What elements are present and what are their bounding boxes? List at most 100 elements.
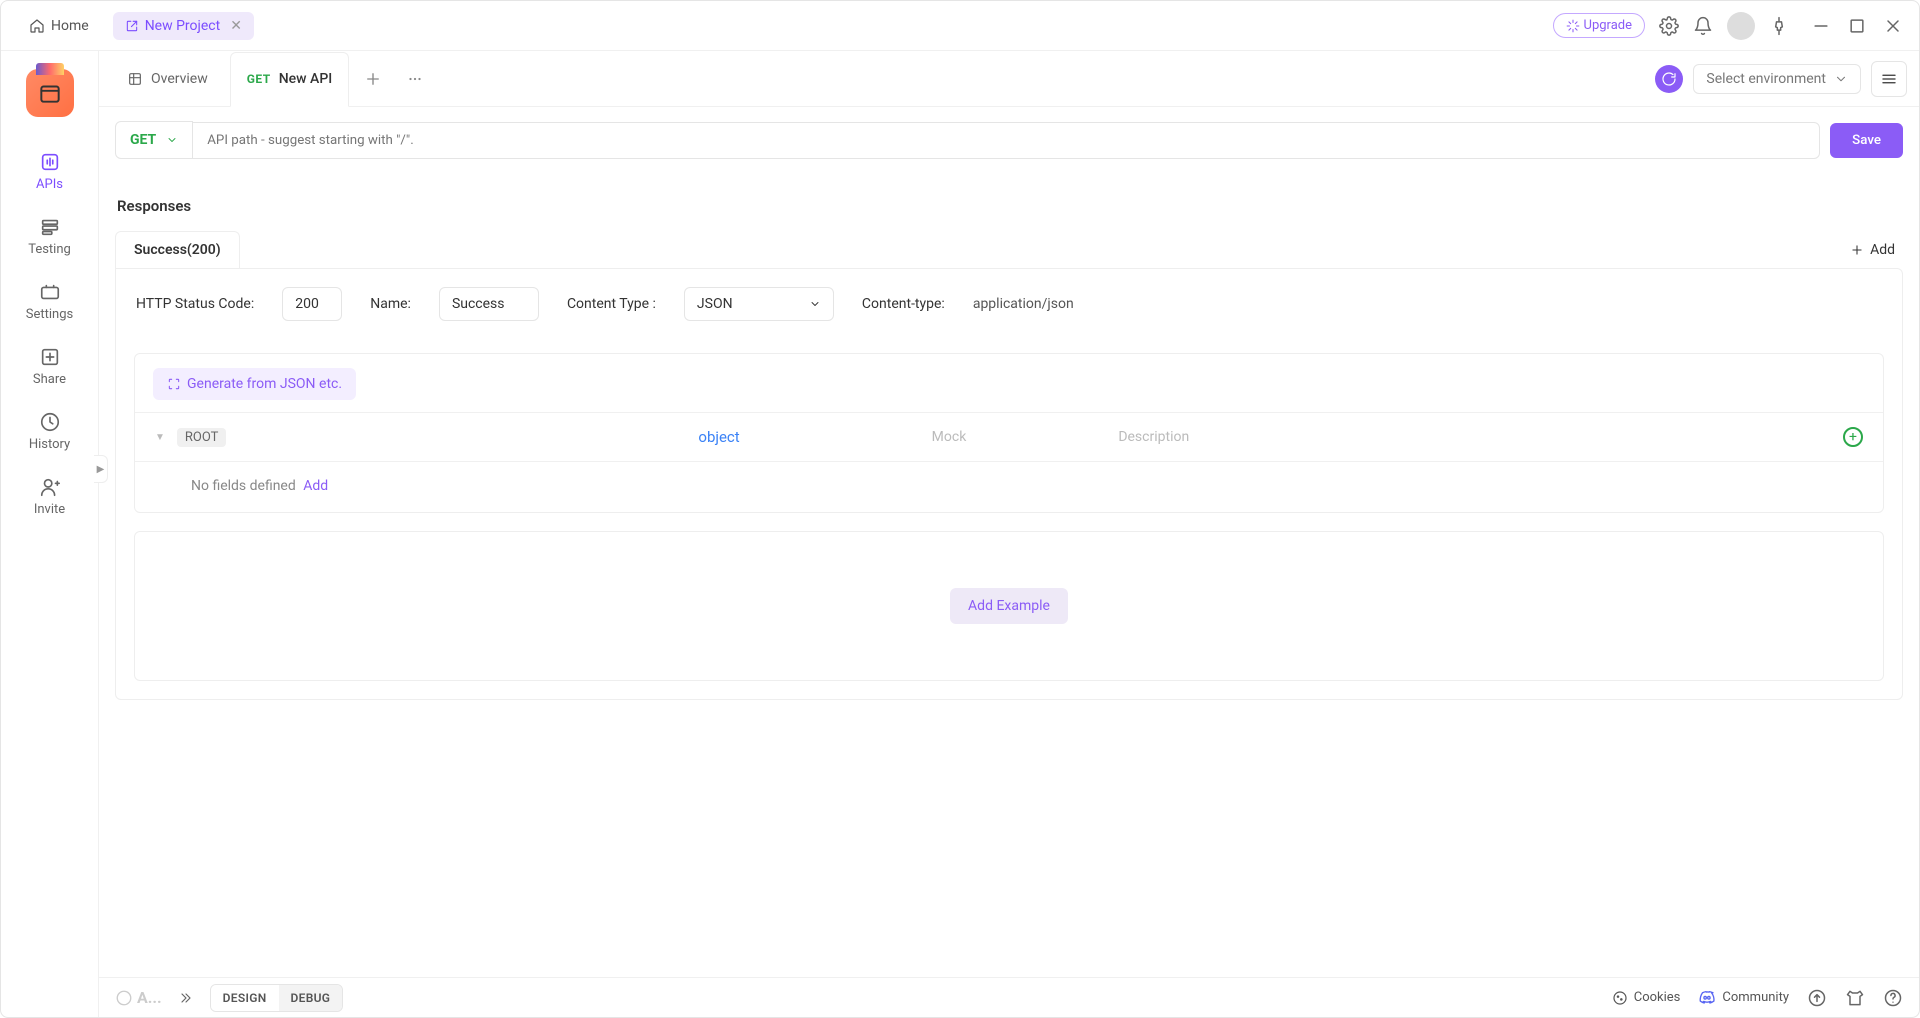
discord-icon	[1698, 989, 1716, 1007]
expand-bottom-icon[interactable]	[176, 988, 196, 1008]
plus-icon	[1850, 243, 1864, 257]
notifications-icon[interactable]	[1693, 16, 1713, 36]
sidebar-item-share[interactable]: Share	[15, 336, 85, 397]
env-placeholder: Select environment	[1706, 71, 1826, 87]
titlebar: Home New Project ✕ Upgrade	[1, 1, 1919, 51]
content-area: Responses Success(200) Add HTTP Status C…	[99, 173, 1919, 977]
sidebar-item-settings[interactable]: Settings	[15, 271, 85, 332]
minimize-icon[interactable]	[1811, 16, 1831, 36]
calendar-icon	[37, 80, 63, 106]
refresh-env-button[interactable]	[1655, 65, 1683, 93]
response-tab-success[interactable]: Success(200)	[115, 231, 240, 268]
sidebar-label-invite: Invite	[34, 502, 65, 517]
method-select[interactable]: GET	[115, 121, 193, 159]
add-field-icon[interactable]: +	[1843, 427, 1863, 447]
response-card: HTTP Status Code: Name: Content Type : J…	[115, 268, 1903, 700]
project-tab[interactable]: New Project ✕	[113, 12, 254, 40]
collapse-icon[interactable]: ▼	[155, 432, 165, 443]
mode-toggle: DESIGN DEBUG	[210, 984, 344, 1012]
sidebar-label-share: Share	[33, 372, 66, 387]
tshirt-icon[interactable]	[1845, 988, 1865, 1008]
header-value: application/json	[973, 296, 1074, 312]
add-field-link[interactable]: Add	[303, 478, 328, 494]
sidebar-item-invite[interactable]: Invite	[15, 466, 85, 527]
chevron-down-icon	[809, 298, 821, 310]
close-window-icon[interactable]	[1883, 16, 1903, 36]
chevron-down-icon	[1834, 72, 1848, 86]
tab-overview-label: Overview	[151, 71, 208, 87]
sidebar-label-settings: Settings	[26, 307, 73, 322]
cookie-icon	[1612, 990, 1628, 1006]
no-fields-text: No fields defined	[191, 478, 296, 494]
response-name-input[interactable]	[439, 287, 539, 321]
help-icon[interactable]	[1883, 988, 1903, 1008]
upgrade-button[interactable]: Upgrade	[1553, 13, 1645, 38]
generate-from-json-button[interactable]: Generate from JSON etc.	[153, 368, 356, 400]
hamburger-menu[interactable]	[1871, 61, 1907, 97]
upload-icon[interactable]	[1807, 988, 1827, 1008]
cookies-button[interactable]: Cookies	[1612, 990, 1681, 1006]
status-code-label: HTTP Status Code:	[136, 296, 254, 312]
home-icon	[29, 18, 45, 34]
more-tabs-button[interactable]	[397, 61, 433, 97]
type-link[interactable]: object	[698, 428, 739, 446]
brand-mini-icon: A...	[115, 988, 162, 1007]
avatar[interactable]	[1727, 12, 1755, 40]
mock-column: Mock	[932, 429, 967, 445]
root-badge: ROOT	[177, 428, 226, 447]
tabbar: Overview GET New API Select environment	[99, 51, 1919, 107]
add-response-label: Add	[1870, 242, 1895, 258]
sidebar-item-history[interactable]: History	[15, 401, 85, 462]
add-example-button[interactable]: Add Example	[950, 588, 1068, 624]
home-label: Home	[51, 18, 89, 34]
community-button[interactable]: Community	[1698, 989, 1789, 1007]
expand-sidebar-icon[interactable]: ▶	[94, 455, 108, 483]
example-box: Add Example	[134, 531, 1884, 681]
tab-method: GET	[247, 72, 271, 86]
invite-icon	[39, 476, 61, 498]
tab-overview[interactable]: Overview	[111, 51, 224, 106]
settings-icon[interactable]	[1659, 16, 1679, 36]
url-input[interactable]	[193, 122, 1820, 159]
home-tab[interactable]: Home	[17, 12, 101, 40]
maximize-icon[interactable]	[1847, 16, 1867, 36]
sidebar-label-apis: APIs	[36, 177, 63, 192]
chevron-down-icon	[166, 134, 178, 146]
design-mode-button[interactable]: DESIGN	[211, 985, 279, 1011]
schema-box: Generate from JSON etc. ▼ ROOT object Mo…	[134, 353, 1884, 513]
community-label: Community	[1722, 990, 1789, 1005]
environment-select[interactable]: Select environment	[1693, 64, 1861, 94]
method-value: GET	[130, 132, 156, 148]
content-type-select[interactable]: JSON	[684, 287, 834, 321]
upgrade-label: Upgrade	[1584, 18, 1632, 33]
overview-icon	[127, 71, 143, 87]
save-button[interactable]: Save	[1830, 123, 1903, 158]
status-code-input[interactable]	[282, 287, 342, 321]
sidebar-item-apis[interactable]: APIs	[15, 141, 85, 202]
responses-heading: Responses	[117, 197, 1903, 215]
testing-icon	[39, 216, 61, 238]
request-row: GET Save	[99, 107, 1919, 173]
history-icon	[39, 411, 61, 433]
close-project-icon[interactable]: ✕	[230, 18, 242, 34]
header-label: Content-type:	[862, 296, 945, 312]
pin-icon[interactable]	[1769, 16, 1789, 36]
name-label: Name:	[370, 296, 411, 312]
generate-label: Generate from JSON etc.	[187, 376, 342, 392]
debug-mode-button[interactable]: DEBUG	[279, 985, 343, 1011]
statusbar: A... DESIGN DEBUG Cookies Commu	[99, 977, 1919, 1017]
add-response-button[interactable]: Add	[1850, 242, 1903, 258]
add-tab-button[interactable]	[355, 61, 391, 97]
schema-root-row: ▼ ROOT object Mock Description +	[135, 413, 1883, 461]
description-column: Description	[1118, 429, 1189, 445]
cookies-label: Cookies	[1634, 990, 1681, 1005]
no-fields-row: No fields defined Add	[135, 461, 1883, 512]
tab-new-api[interactable]: GET New API	[230, 52, 349, 107]
app-logo[interactable]	[26, 69, 74, 117]
left-nav: APIs Testing Settings Share History Invi…	[1, 51, 99, 1017]
project-tab-label: New Project	[145, 18, 221, 34]
sidebar-label-history: History	[29, 437, 70, 452]
sidebar-item-testing[interactable]: Testing	[15, 206, 85, 267]
sidebar-label-testing: Testing	[28, 242, 71, 257]
settings-nav-icon	[39, 281, 61, 303]
